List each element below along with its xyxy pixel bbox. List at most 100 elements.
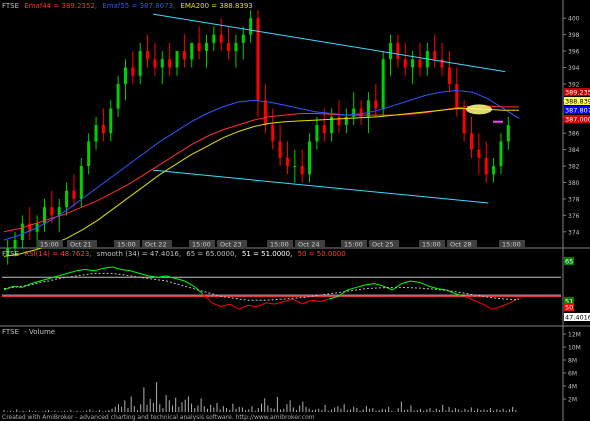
price-candle-body bbox=[462, 108, 466, 134]
date-label: 15:00 bbox=[192, 241, 211, 249]
rsi-value-tag-text: 65 bbox=[565, 257, 573, 265]
rsi-line-segment bbox=[392, 283, 402, 291]
price-candle-body bbox=[146, 51, 150, 60]
rsi-line-segment bbox=[184, 280, 194, 287]
rsi-line-segment bbox=[464, 295, 475, 301]
rsi-line-segment bbox=[419, 281, 429, 287]
rsi-symbol: FTSE bbox=[2, 250, 20, 258]
volume-label-text: Volume bbox=[29, 328, 56, 336]
annotation-ellipse bbox=[466, 104, 492, 115]
price-tick-label: 384 bbox=[568, 147, 580, 154]
price-candle-body bbox=[433, 51, 437, 60]
date-label: Oct 25 bbox=[372, 241, 394, 249]
price-candle-body bbox=[447, 67, 451, 84]
rsi-line-segment bbox=[94, 267, 104, 272]
price-candle-body bbox=[241, 34, 245, 43]
price-candle-body bbox=[204, 42, 208, 52]
chart-canvas: 3743763783803823843863883903923943963984… bbox=[0, 0, 590, 421]
date-label: Oct 23 bbox=[220, 241, 242, 249]
rsi-line-segment bbox=[220, 303, 231, 308]
price-candle-body bbox=[234, 42, 238, 52]
price-candle-body bbox=[138, 51, 142, 76]
rsi-line-segment bbox=[229, 303, 240, 310]
price-tick-label: 382 bbox=[568, 164, 580, 171]
price-candle-body bbox=[455, 83, 459, 109]
price-candle-body bbox=[227, 42, 231, 52]
price-tick-label: 374 bbox=[568, 229, 580, 236]
price-candle-body bbox=[249, 18, 253, 35]
ema200-legend: EMA200 = 388.8393 bbox=[180, 2, 253, 10]
price-candle-body bbox=[20, 223, 24, 240]
date-label: 15:00 bbox=[40, 241, 59, 249]
volume-tick-label: 10M bbox=[568, 345, 581, 352]
price-candle-body bbox=[470, 133, 474, 150]
rsi-line-segment bbox=[40, 277, 50, 282]
ema55-legend: Emaf55 = 387.8073, bbox=[102, 2, 176, 10]
price-tick-label: 394 bbox=[568, 65, 580, 72]
rsi-level65-legend: 65 = 65.0000, bbox=[186, 250, 237, 258]
volume-legend: FTSE - Volume bbox=[2, 328, 61, 336]
price-candle-body bbox=[293, 166, 297, 168]
rsi-line-segment bbox=[365, 283, 375, 286]
price-candle-body bbox=[131, 67, 135, 76]
price-candle-body bbox=[278, 141, 282, 158]
rsi-line-segment bbox=[347, 286, 357, 291]
price-candle-body bbox=[389, 42, 393, 60]
price-candle-body bbox=[168, 59, 172, 68]
date-label: Oct 21 bbox=[70, 241, 92, 249]
price-candle-body bbox=[123, 67, 127, 84]
price-candle-body bbox=[190, 42, 194, 60]
date-label: 15:00 bbox=[502, 241, 521, 249]
ema44-legend: Emaf44 = 389.2352, bbox=[24, 2, 98, 10]
rsi-line-segment bbox=[320, 298, 330, 303]
price-tick-label: 386 bbox=[568, 131, 580, 138]
rsi-line-segment bbox=[238, 304, 249, 310]
volume-tick-label: 4M bbox=[568, 384, 577, 391]
price-candle-body bbox=[212, 34, 216, 43]
price-candle-body bbox=[72, 190, 76, 199]
rsi-line-segment bbox=[500, 302, 511, 308]
rsi-value-tag-text: 50 bbox=[565, 303, 573, 311]
price-candle-body bbox=[256, 18, 260, 101]
price-symbol: FTSE bbox=[2, 2, 20, 10]
price-candle-body bbox=[160, 59, 164, 68]
rsi-line-segment bbox=[292, 298, 303, 305]
rsi-line-segment bbox=[103, 266, 113, 269]
rsi-line-segment bbox=[58, 272, 68, 277]
footer-credit: Created with AmiBroker - advanced charti… bbox=[2, 414, 315, 421]
price-value-tag-text: 389.235 bbox=[565, 88, 590, 96]
rsi-line-segment bbox=[374, 283, 384, 287]
rsi-line-segment bbox=[112, 266, 122, 271]
rsi-level51-legend: 51 = 51.0000, bbox=[241, 250, 293, 258]
price-candle-body bbox=[65, 190, 69, 208]
price-candle-body bbox=[322, 125, 326, 134]
rsi-line-segment bbox=[76, 269, 86, 272]
price-candle-body bbox=[153, 59, 157, 68]
price-candle-body bbox=[506, 125, 510, 142]
rsi-line-segment bbox=[265, 302, 276, 305]
price-candle-body bbox=[492, 166, 496, 175]
price-candle-body bbox=[396, 42, 400, 60]
price-candle-body bbox=[13, 240, 17, 249]
channel-lower-line bbox=[152, 169, 489, 204]
price-tick-label: 396 bbox=[568, 49, 580, 56]
rsi-line-segment bbox=[139, 272, 149, 277]
price-candle-body bbox=[300, 166, 304, 175]
price-candle-body bbox=[101, 125, 105, 134]
price-candle-body bbox=[418, 59, 422, 68]
date-label: 15:00 bbox=[270, 241, 289, 249]
volume-label: - Volume bbox=[24, 328, 56, 336]
price-candle-body bbox=[109, 108, 113, 134]
rsi-line-segment bbox=[274, 301, 285, 305]
price-tick-label: 398 bbox=[568, 32, 580, 39]
rsi-line-segment bbox=[356, 284, 366, 288]
rsi-line-segment bbox=[509, 297, 520, 304]
price-candle-body bbox=[175, 51, 179, 68]
price-tick-label: 376 bbox=[568, 213, 580, 220]
price-candle-body bbox=[50, 207, 54, 216]
price-value-tag-text: 387.807 bbox=[565, 106, 590, 114]
date-label: Oct 28 bbox=[450, 241, 472, 249]
date-label: Oct 24 bbox=[298, 241, 320, 249]
price-candle-body bbox=[271, 125, 275, 142]
volume-tick-label: 2M bbox=[568, 397, 577, 404]
